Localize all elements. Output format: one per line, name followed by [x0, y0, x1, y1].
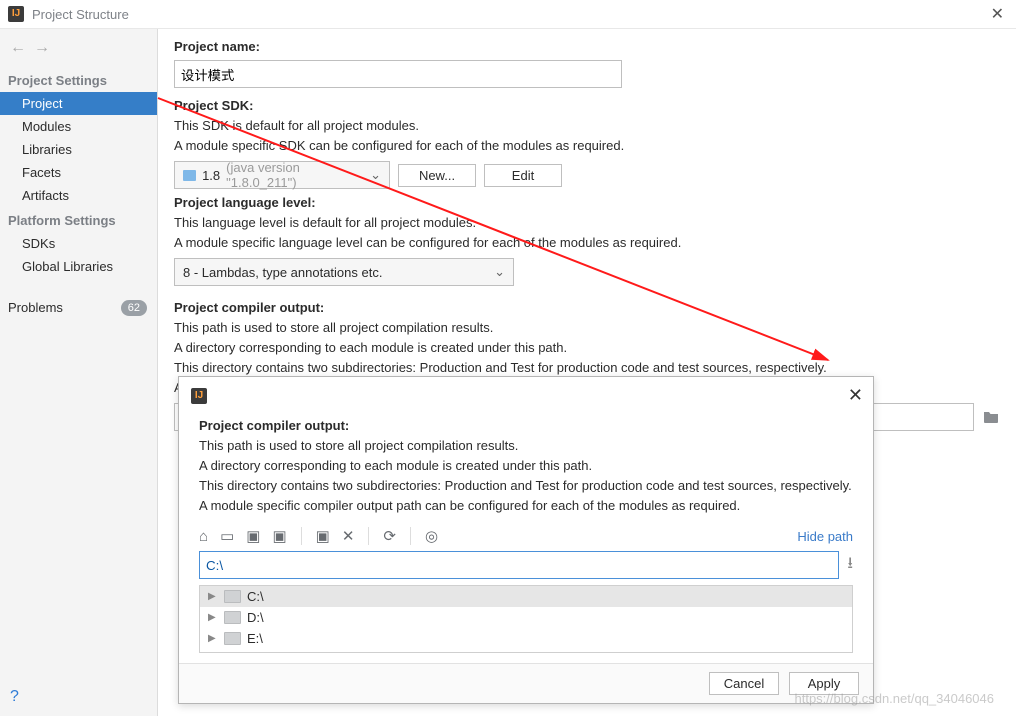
chevron-down-icon: ⌄ — [370, 167, 381, 183]
out-desc-2: A directory corresponding to each module… — [174, 339, 1000, 357]
tree-row-c[interactable]: ▶ C:\ — [200, 586, 852, 607]
nav-forward-icon[interactable]: → — [34, 39, 50, 57]
popup-title: Project compiler output: — [199, 418, 853, 433]
new-sdk-button[interactable]: New... — [398, 164, 476, 187]
sidebar-header-platform-settings: Platform Settings — [0, 207, 157, 232]
problems-badge: 62 — [121, 300, 147, 316]
drive-icon — [224, 632, 241, 645]
window-title: Project Structure — [32, 7, 129, 22]
chevron-right-icon: ▶ — [208, 633, 218, 644]
lang-desc-1: This language level is default for all p… — [174, 214, 1000, 232]
out-desc-3: This directory contains two subdirectori… — [174, 359, 1000, 377]
sidebar-item-sdks[interactable]: SDKs — [0, 232, 157, 255]
drive-icon — [224, 590, 241, 603]
chevron-right-icon: ▶ — [208, 591, 218, 602]
popup-close-button[interactable]: ✕ — [848, 385, 863, 406]
refresh-icon[interactable]: ⟳ — [383, 527, 396, 545]
help-icon[interactable]: ? — [0, 678, 157, 716]
language-level-combo[interactable]: 8 - Lambdas, type annotations etc. ⌄ — [174, 258, 514, 286]
drive-tree[interactable]: ▶ C:\ ▶ D:\ ▶ E:\ — [199, 585, 853, 653]
show-hidden-icon[interactable]: ◎ — [425, 527, 438, 545]
path-input[interactable] — [199, 551, 839, 579]
tree-row-d[interactable]: ▶ D:\ — [200, 607, 852, 628]
delete-icon[interactable]: ✕ — [342, 527, 355, 545]
sidebar-item-facets[interactable]: Facets — [0, 161, 157, 184]
file-chooser-popup: IJ ✕ Project compiler output: This path … — [178, 376, 874, 704]
sidebar-item-problems[interactable]: Problems 62 — [0, 296, 157, 320]
sidebar-item-modules[interactable]: Modules — [0, 115, 157, 138]
project-sdk-combo[interactable]: 1.8 (java version "1.8.0_211") ⌄ — [174, 161, 390, 189]
sdk-desc-1: This SDK is default for all project modu… — [174, 117, 1000, 135]
tree-row-e[interactable]: ▶ E:\ — [200, 628, 852, 649]
project-name-label: Project name: — [174, 39, 1000, 54]
file-chooser-toolbar: ⌂ ▭ ▣ ▣ ▣ ✕ ⟳ ◎ Hide path — [179, 523, 873, 551]
folder-icon — [983, 410, 999, 424]
sidebar-header-project-settings: Project Settings — [0, 67, 157, 92]
hide-path-link[interactable]: Hide path — [797, 529, 853, 544]
titlebar: IJ Project Structure ✕ — [0, 0, 1016, 29]
folder-icon — [183, 170, 196, 181]
lang-desc-2: A module specific language level can be … — [174, 234, 1000, 252]
sidebar-item-project[interactable]: Project — [0, 92, 157, 115]
watermark: https://blog.csdn.net/qq_34046046 — [795, 691, 995, 706]
chevron-down-icon: ⌄ — [494, 264, 505, 280]
project-root-icon[interactable]: ▣ — [246, 527, 260, 545]
project-name-input[interactable] — [174, 60, 622, 88]
project-sdk-label: Project SDK: — [174, 98, 1000, 113]
compiler-output-label: Project compiler output: — [174, 300, 1000, 315]
home-icon[interactable]: ⌂ — [199, 528, 208, 545]
sidebar-item-artifacts[interactable]: Artifacts — [0, 184, 157, 207]
sdk-desc-2: A module specific SDK can be configured … — [174, 137, 1000, 155]
out-desc-1: This path is used to store all project c… — [174, 319, 1000, 337]
chevron-right-icon: ▶ — [208, 612, 218, 623]
desktop-icon[interactable]: ▭ — [220, 527, 234, 545]
history-icon[interactable]: ⭳ — [847, 552, 853, 579]
app-icon: IJ — [8, 6, 24, 22]
module-root-icon[interactable]: ▣ — [272, 527, 286, 545]
sidebar-item-libraries[interactable]: Libraries — [0, 138, 157, 161]
browse-folder-button[interactable] — [982, 408, 1000, 426]
cancel-button[interactable]: Cancel — [709, 672, 779, 695]
sidebar: ← → Project Settings Project Modules Lib… — [0, 29, 158, 716]
drive-icon — [224, 611, 241, 624]
app-icon: IJ — [191, 388, 207, 404]
lang-level-label: Project language level: — [174, 195, 1000, 210]
nav-back-icon[interactable]: ← — [10, 39, 26, 57]
edit-sdk-button[interactable]: Edit — [484, 164, 562, 187]
new-folder-icon[interactable]: ▣ — [316, 527, 330, 545]
window-close-button[interactable]: ✕ — [987, 4, 1008, 24]
sidebar-item-global-libraries[interactable]: Global Libraries — [0, 255, 157, 278]
